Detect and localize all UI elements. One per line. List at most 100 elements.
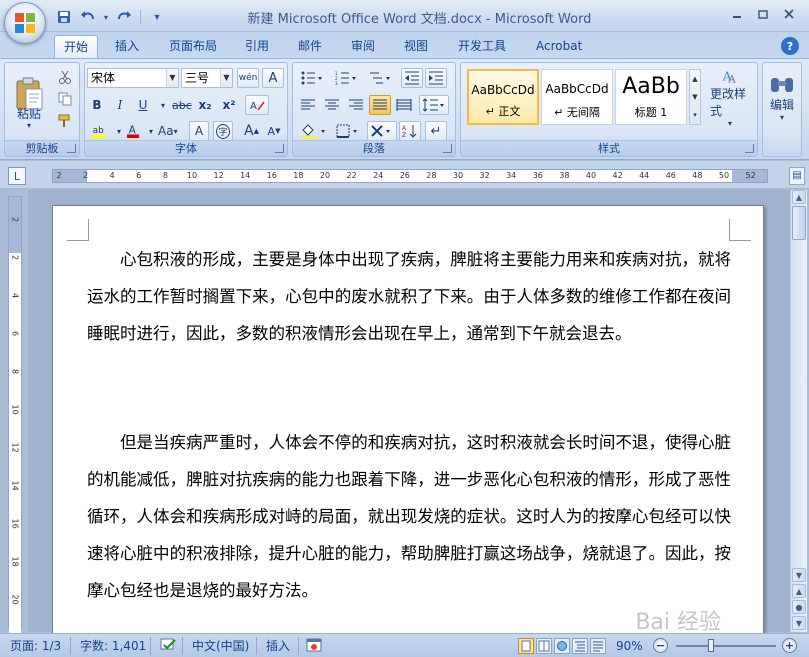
sort-button[interactable]: AZ (399, 121, 421, 141)
shading-button[interactable] (297, 121, 331, 141)
character-border-button[interactable]: A (262, 68, 284, 88)
view-ruler-button[interactable]: ▤ (789, 167, 805, 185)
language-indicator[interactable]: 中文(中国) (192, 638, 249, 654)
align-right-button[interactable] (345, 95, 367, 115)
tab-review[interactable]: 审阅 (342, 35, 384, 58)
copy-button[interactable] (55, 89, 75, 109)
help-button[interactable]: ? (781, 37, 799, 55)
justify-button[interactable] (369, 95, 391, 115)
font-color-button[interactable]: A (123, 121, 143, 141)
show-marks-button[interactable]: ↵ (425, 121, 447, 141)
close-button[interactable] (777, 4, 801, 24)
scroll-thumb[interactable] (792, 206, 806, 240)
zoom-level[interactable]: 90% (616, 638, 643, 654)
text-highlight-button[interactable]: ab (87, 121, 109, 141)
tab-page-layout[interactable]: 页面布局 (160, 35, 226, 58)
strikethrough-button[interactable]: abc (169, 95, 195, 115)
zoom-out-button[interactable]: − (653, 638, 668, 653)
zoom-slider-knob[interactable] (708, 639, 714, 652)
shrink-font-button[interactable]: A ▼ (264, 121, 284, 141)
italic-button[interactable]: I (110, 95, 130, 115)
zoom-in-button[interactable]: + (782, 638, 797, 653)
paragraph-2[interactable]: 但是当疾病严重时，人体会不停的和疾病对抗，这时积液就会长时间不退，使得心脏的机能… (87, 424, 731, 609)
font-size-combo[interactable]: 三号 ▼ (181, 68, 233, 88)
superscript-button[interactable]: x² (219, 95, 239, 115)
character-shading-button[interactable]: A (189, 121, 209, 141)
draft-view-icon[interactable] (590, 638, 606, 654)
change-case-button[interactable]: Aa ▾ (155, 121, 181, 141)
paragraph-1[interactable]: 心包积液的形成，主要是身体中出现了疾病，脾脏将主要能力用来和疾病对抗，就将运水的… (87, 241, 731, 352)
paragraph-launcher-icon[interactable] (443, 144, 452, 153)
outline-view-icon[interactable] (572, 638, 588, 654)
tab-mailings[interactable]: 邮件 (289, 35, 331, 58)
insert-mode-indicator[interactable]: 插入 (266, 638, 290, 654)
restore-button[interactable] (751, 4, 775, 24)
font-size-dropdown-icon[interactable]: ▼ (220, 69, 232, 87)
customize-qat-button[interactable]: ▾ (147, 8, 167, 26)
style-no-spacing[interactable]: AaBbCcDd ↵ 无间隔 (541, 69, 613, 125)
change-styles-button[interactable]: A A 更改样式 ▾ (707, 67, 753, 129)
web-layout-view-icon[interactable] (554, 638, 570, 654)
styles-more-icon[interactable]: ▾ (690, 106, 700, 124)
save-button[interactable] (54, 8, 74, 26)
tab-developer[interactable]: 开发工具 (449, 35, 515, 58)
bullets-button[interactable] (297, 68, 327, 88)
tab-acrobat[interactable]: Acrobat (527, 35, 591, 58)
tab-home[interactable]: 开始 (54, 35, 99, 58)
line-spacing-button[interactable] (419, 95, 449, 115)
borders-button[interactable] (333, 121, 363, 141)
styles-launcher-icon[interactable] (745, 144, 754, 153)
increase-indent-button[interactable] (425, 68, 447, 88)
vertical-ruler[interactable]: 2 2 4 6 8 10 12 14 16 18 20 (8, 196, 22, 633)
editing-button[interactable]: 编辑 ▾ (765, 67, 799, 129)
macro-recording-button[interactable] (306, 638, 322, 654)
tab-selector-button[interactable]: L (8, 167, 26, 185)
enclose-characters-button[interactable]: 字 (213, 121, 233, 141)
font-launcher-icon[interactable] (275, 144, 284, 153)
decrease-indent-button[interactable] (401, 68, 423, 88)
office-button[interactable] (4, 2, 46, 44)
select-browse-object-button[interactable]: ● (792, 600, 806, 614)
vertical-scrollbar[interactable]: ▲ ▼ ▲ ● ▼ (790, 190, 807, 632)
redo-button[interactable] (114, 8, 134, 26)
tab-insert[interactable]: 插入 (106, 35, 148, 58)
page-count[interactable]: 页面: 1/3 (10, 638, 61, 654)
full-screen-reading-view-icon[interactable] (536, 638, 552, 654)
paste-dropdown[interactable]: ▾ (13, 121, 45, 130)
font-name-dropdown-icon[interactable]: ▼ (166, 69, 178, 87)
clear-formatting-button[interactable]: A (245, 95, 269, 115)
tab-view[interactable]: 视图 (395, 35, 437, 58)
chinese-layout-button[interactable] (367, 121, 397, 141)
clipboard-launcher-icon[interactable] (67, 144, 76, 153)
style-heading-1[interactable]: AaBb 标题 1 (615, 69, 687, 125)
minimize-button[interactable] (725, 4, 749, 24)
previous-page-button[interactable]: ▲ (792, 584, 806, 598)
undo-button[interactable] (78, 8, 98, 26)
scroll-up-button[interactable]: ▲ (792, 190, 806, 204)
styles-scroll-up-icon[interactable]: ▲ (690, 70, 700, 88)
zoom-slider-track[interactable] (676, 645, 776, 647)
align-left-button[interactable] (297, 95, 319, 115)
font-name-combo[interactable]: 宋体 ▼ (87, 68, 179, 88)
phonetic-guide-button[interactable]: wén (237, 68, 259, 88)
word-count[interactable]: 字数: 1,401 (80, 638, 146, 654)
style-normal[interactable]: AaBbCcDd ↵ 正文 (467, 69, 539, 125)
next-page-button[interactable]: ▼ (792, 616, 806, 630)
proofing-button[interactable] (160, 638, 178, 654)
cut-button[interactable] (55, 67, 75, 87)
document-page[interactable]: 心包积液的形成，主要是身体中出现了疾病，脾脏将主要能力用来和疾病对抗，就将运水的… (52, 205, 764, 645)
grow-font-button[interactable]: A ▲ (241, 121, 262, 141)
scroll-down-button[interactable]: ▼ (792, 568, 806, 582)
numbering-button[interactable]: 123 (331, 68, 361, 88)
styles-scroll-down-icon[interactable]: ▼ (690, 88, 700, 106)
undo-dropdown[interactable]: ▾ (102, 8, 110, 26)
align-center-button[interactable] (321, 95, 343, 115)
bold-button[interactable]: B (87, 95, 107, 115)
subscript-button[interactable]: x₂ (195, 95, 215, 115)
print-layout-view-icon[interactable] (518, 638, 534, 654)
distributed-button[interactable] (393, 95, 415, 115)
tab-references[interactable]: 引用 (236, 35, 278, 58)
horizontal-ruler[interactable]: 2 2 4 6 8 10 12 14 16 18 20 22 24 26 28 30 32 34 36 38 40 42 4… (52, 169, 768, 183)
underline-button[interactable]: U (133, 95, 153, 115)
multilevel-list-button[interactable] (365, 68, 395, 88)
